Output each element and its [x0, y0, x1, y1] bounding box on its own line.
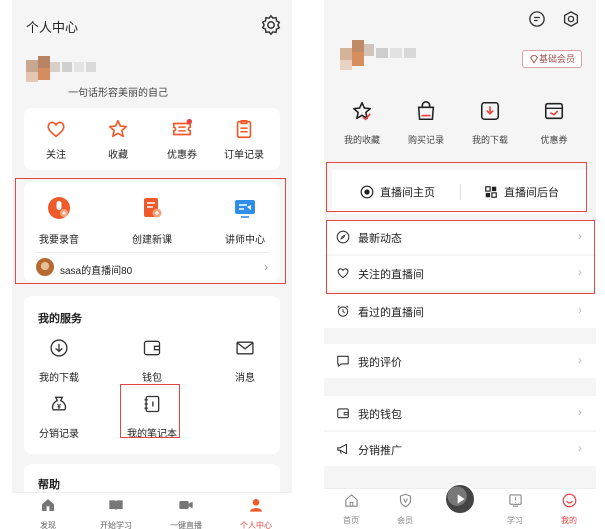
my-downloads-label: 我的下载: [39, 373, 79, 384]
profile-icon: [250, 499, 262, 512]
messages-label: 消息: [235, 373, 255, 384]
chevron-right-icon: ›: [578, 405, 582, 419]
bottom-tabbar: 发现 开始学习 一键直播 个人中心: [12, 492, 292, 529]
coupon-icon: [172, 118, 193, 136]
menu-my-wallet[interactable]: 我的钱包 ›: [324, 396, 596, 430]
my-downloads-label: 我的下载: [471, 135, 508, 145]
chevron-right-icon: ›: [578, 303, 582, 317]
vip-label: 基础会员: [538, 54, 575, 64]
my-favorites-button[interactable]: 我的收藏: [332, 100, 392, 146]
tab-discover-label: 发现: [40, 521, 56, 529]
my-downloads-button[interactable]: 我的下载: [460, 100, 520, 146]
messages-button[interactable]: 消息: [210, 338, 280, 384]
play-icon: [457, 494, 465, 504]
menu-distribution[interactable]: 分销推广 ›: [324, 432, 596, 466]
smile-icon: [562, 493, 576, 508]
book-icon: [109, 500, 123, 511]
bag-icon: [417, 101, 435, 121]
study-icon: [508, 494, 522, 507]
tab-start-learning-label: 开始学习: [100, 521, 132, 529]
tab-study-label: 学习: [507, 516, 523, 525]
diamond-icon: [530, 55, 538, 64]
favorites-label: 收藏: [108, 150, 128, 161]
tab-mine[interactable]: 我的: [544, 493, 594, 526]
play-button[interactable]: [444, 483, 476, 515]
coupon-button[interactable]: 优惠券: [152, 118, 212, 161]
distribution-records-button[interactable]: 分销记录: [24, 394, 94, 440]
bottom-tabbar: 首页 会员 学习 我的: [324, 483, 596, 529]
wallet-icon: [337, 408, 349, 419]
tab-mine-label: 我的: [561, 516, 577, 525]
menu-my-wallet-label: 我的钱包: [358, 409, 402, 421]
highlight-box-creator: [15, 178, 286, 284]
comment-icon: [337, 355, 349, 367]
chevron-right-icon: ›: [578, 353, 582, 367]
follow-button[interactable]: 关注: [26, 118, 86, 161]
tab-start-learning[interactable]: 开始学习: [88, 497, 144, 529]
tab-home[interactable]: 首页: [326, 493, 376, 526]
coupon-button[interactable]: 优惠券: [524, 100, 584, 146]
quick-actions-card: 关注 收藏 优惠券 订单记录: [24, 108, 280, 170]
order-icon: [236, 120, 252, 139]
tab-one-click-live[interactable]: 一键直播: [158, 497, 214, 529]
help-title: 帮助: [38, 479, 60, 491]
vip-badge[interactable]: 基础会员: [522, 50, 582, 68]
services-title: 我的服务: [38, 313, 82, 325]
gear-icon[interactable]: [260, 14, 282, 36]
highlight-box-live: [326, 162, 587, 212]
star-icon: [108, 119, 128, 138]
favorites-button[interactable]: 收藏: [88, 118, 148, 161]
money-bag-icon: [51, 396, 67, 411]
star-check-icon: [352, 101, 372, 121]
settings-icon[interactable]: [562, 10, 580, 28]
download-box-icon: [480, 101, 500, 121]
wallet-label: 钱包: [142, 373, 162, 384]
tab-profile-label: 个人中心: [240, 521, 272, 529]
menu-distribution-label: 分销推广: [358, 445, 402, 457]
megaphone-icon: [337, 443, 348, 455]
chat-icon[interactable]: [528, 10, 546, 28]
follow-label: 关注: [46, 150, 66, 161]
purchase-records-label: 购买记录: [407, 135, 444, 145]
quick-actions: 我的收藏 购买记录 我的下载 优惠券: [332, 96, 588, 158]
alarm-clock-icon: [337, 305, 349, 317]
left-profile-screen: 个人中心 一句话形容美丽的自己 关注 收藏 优惠券 订单记录 我要录音 创建新课…: [12, 0, 292, 529]
my-downloads-button[interactable]: 我的下载: [24, 338, 94, 384]
download-icon: [50, 339, 68, 357]
avatar[interactable]: [340, 40, 420, 80]
mail-icon: [236, 341, 254, 355]
tab-discover[interactable]: 发现: [20, 497, 76, 529]
menu-my-reviews-label: 我的评价: [358, 357, 402, 369]
home-icon: [42, 499, 54, 511]
page-title: 个人中心: [26, 20, 79, 35]
tab-membership-label: 会员: [397, 516, 413, 525]
coupon-label: 优惠券: [540, 135, 568, 145]
tab-membership[interactable]: 会员: [380, 493, 430, 526]
wallet-button[interactable]: 钱包: [117, 338, 187, 384]
right-profile-screen: 基础会员 我的收藏 购买记录 我的下载 优惠券 直播间主页 直播间后台 最新动态…: [324, 0, 596, 529]
my-favorites-label: 我的收藏: [343, 135, 380, 145]
menu-watched-live[interactable]: 看过的直播间 ›: [324, 294, 596, 328]
home-icon: [344, 494, 358, 507]
tab-home-label: 首页: [343, 516, 359, 525]
coupon-icon: [544, 102, 564, 120]
tab-profile[interactable]: 个人中心: [228, 497, 284, 529]
wallet-icon: [143, 340, 161, 356]
coupon-label: 优惠券: [167, 150, 197, 161]
menu-watched-live-label: 看过的直播间: [358, 307, 424, 319]
chevron-right-icon: ›: [578, 441, 582, 455]
order-record-button[interactable]: 订单记录: [214, 118, 274, 161]
order-record-label: 订单记录: [224, 150, 264, 161]
tab-one-click-live-label: 一键直播: [170, 521, 202, 529]
video-icon: [179, 501, 193, 509]
heart-icon: [47, 121, 65, 138]
purchase-records-button[interactable]: 购买记录: [396, 100, 456, 146]
highlight-box-menu: [326, 220, 595, 294]
menu-my-reviews[interactable]: 我的评价 ›: [324, 344, 596, 378]
shield-v-icon: [399, 493, 411, 508]
distribution-records-label: 分销记录: [39, 429, 79, 440]
tab-study[interactable]: 学习: [490, 493, 540, 526]
profile-signature[interactable]: 一句话形容美丽的自己: [68, 84, 168, 99]
highlight-box-notebook: [120, 384, 180, 438]
